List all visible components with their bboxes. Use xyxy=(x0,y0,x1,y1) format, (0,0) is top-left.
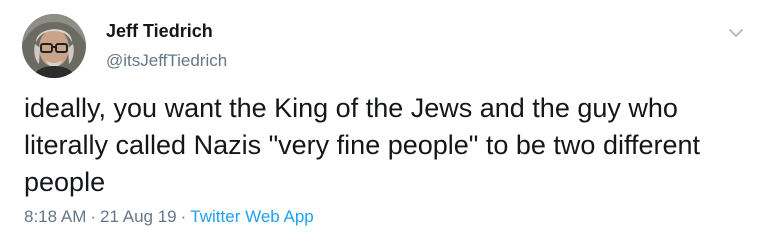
tweet-text: ideally, you want the King of the Jews a… xyxy=(24,93,701,197)
meta-separator: · xyxy=(90,207,97,226)
tweet-date[interactable]: 21 Aug 19 xyxy=(100,207,177,226)
avatar-photo-icon xyxy=(22,14,86,78)
chevron-down-icon[interactable] xyxy=(727,26,745,40)
tweet-card: Jeff Tiedrich @itsJeffTiedrich ideally, … xyxy=(0,0,762,243)
author-display-name[interactable]: Jeff Tiedrich xyxy=(106,19,213,43)
tweet-meta: 8:18 AM · 21 Aug 19 · Twitter Web App xyxy=(24,205,314,229)
tweet-time[interactable]: 8:18 AM xyxy=(24,207,86,226)
author-handle[interactable]: @itsJeffTiedrich xyxy=(106,50,227,72)
meta-separator: · xyxy=(180,207,187,226)
tweet-source-link[interactable]: Twitter Web App xyxy=(190,207,313,226)
author-avatar[interactable] xyxy=(22,14,86,78)
